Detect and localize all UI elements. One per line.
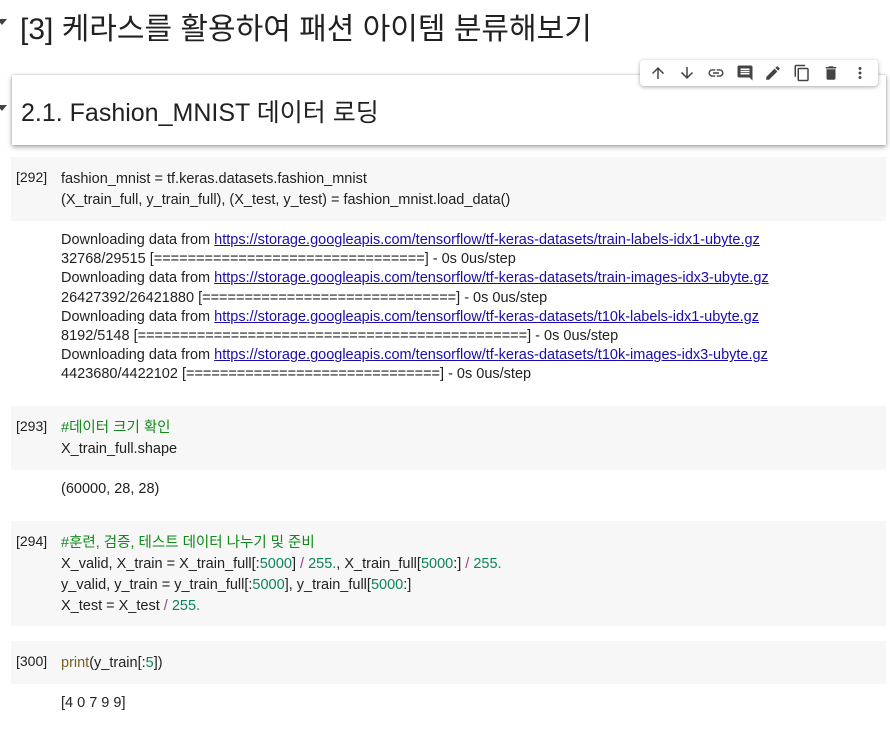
edit-button[interactable] [762,62,784,84]
more-options-button[interactable] [849,62,871,84]
more-vert-icon [858,67,862,79]
code-input[interactable]: #훈련, 검증, 테스트 데이터 나누기 및 준비 X_valid, X_tra… [61,533,502,617]
move-up-button[interactable] [647,62,669,84]
code-cell[interactable]: [292] fashion_mnist = tf.keras.datasets.… [11,157,886,221]
code-token: (y_train[: [89,655,146,671]
code-number: 255. [304,556,337,572]
comment-button[interactable] [734,62,756,84]
code-input[interactable]: print(y_train[:5]) [61,653,163,674]
download-link[interactable]: https://storage.googleapis.com/tensorflo… [214,270,768,286]
code-number: 5000 [370,577,404,593]
code-token: , X_train_full[ [336,556,421,572]
code-token: ], y_train_full[ [284,577,371,593]
code-token: :] [453,556,466,572]
code-token: ]) [153,655,163,671]
cell-output: Downloading data from https://storage.go… [61,231,769,385]
execution-count: [294] [16,533,48,549]
link-icon [708,69,724,77]
code-comment: #훈련, 검증, 테스트 데이터 나누기 및 준비 [61,535,315,551]
move-down-button[interactable] [676,62,698,84]
output-text: Downloading data from [61,232,215,248]
code-function: print [61,655,90,671]
download-link[interactable]: https://storage.googleapis.com/tensorflo… [214,232,760,248]
code-number: 5000 [252,577,285,593]
code-cell[interactable]: [294] #훈련, 검증, 테스트 데이터 나누기 및 준비 X_valid,… [11,521,886,626]
mirror-cell-button[interactable] [791,62,813,84]
comment-icon [737,65,753,81]
delete-icon [825,66,837,80]
mirror-icon [794,64,809,82]
code-number: 255. [469,556,502,572]
code-line: X_train_full.shape [61,441,178,457]
cell-output: (60000, 28, 28) [61,481,160,497]
subsection-heading: 2.1. Fashion_MNIST 데이터 로딩 [21,99,379,127]
cell-toolbar [640,60,878,86]
code-input[interactable]: fashion_mnist = tf.keras.datasets.fashio… [61,169,510,211]
code-cell[interactable]: [293] #데이터 크기 확인 X_train_full.shape [11,406,886,470]
link-button[interactable] [705,62,727,84]
cell-output: [4 0 7 9 9] [61,695,126,711]
code-number: 5000 [420,556,454,572]
code-token: :] [403,577,412,593]
edit-icon [766,66,781,80]
code-cell[interactable]: [300] print(y_train[:5]) [11,641,886,684]
arrow-down-icon [681,67,694,79]
code-token: ] [291,556,301,572]
download-link[interactable]: https://storage.googleapis.com/tensorflo… [214,347,768,363]
code-comment: #데이터 크기 확인 [61,420,171,436]
code-line: fashion_mnist = tf.keras.datasets.fashio… [61,171,367,187]
code-input[interactable]: #데이터 크기 확인 X_train_full.shape [61,418,177,460]
download-link[interactable]: https://storage.googleapis.com/tensorflo… [214,309,759,325]
execution-count: [300] [16,653,48,669]
output-text: Downloading data from [61,308,215,325]
code-token: X_test = X_test [61,598,164,614]
output-text: Downloading data from [61,347,215,364]
code-number: 5 [145,655,154,671]
output-text: 8192/5148 [=============================… [61,328,619,345]
output-text: 32768/29515 [===========================… [61,251,516,268]
delete-button[interactable] [820,62,842,84]
code-number: 255. [167,598,201,614]
code-number: 5000 [259,556,292,572]
output-text: Downloading data from [61,270,215,287]
output-text: 4423680/4422102 [=======================… [61,366,532,383]
output-text: 26427392/26421880 [=====================… [61,289,548,306]
section-heading: [3] 케라스를 활용하여 패션 아이템 분류해보기 [20,13,592,46]
code-token: y_valid, y_train = y_train_full[: [61,577,253,593]
arrow-up-icon [652,67,665,79]
code-token: X_valid, X_train = X_train_full[: [61,556,260,572]
execution-count: [293] [16,418,48,434]
execution-count: [292] [16,169,48,185]
collapse-arrow-icon[interactable] [0,105,7,111]
collapse-arrow-icon[interactable] [0,19,7,25]
code-line: (X_train_full, y_train_full), (X_test, y… [61,192,511,208]
